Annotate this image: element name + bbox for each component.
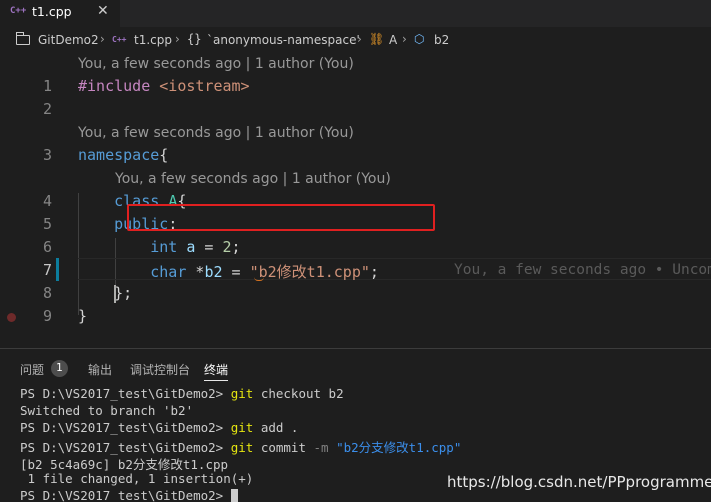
editor-tab-bar: C++ t1.cpp ✕ [0,0,711,27]
terminal-command: git [230,420,254,435]
highlight-annotation-box [127,204,435,231]
breadcrumb-folder[interactable]: GitDemo2 [38,33,99,47]
watermark-text: https://blog.csdn.net/PPprogrammer [447,473,711,491]
terminal-line: PS D:\VS2017_test\GitDemo2> git checkout… [20,386,344,401]
terminal-string: "b2分支修改t1.cpp" [328,440,462,455]
keyword: namespace [78,146,160,164]
breakpoint-icon[interactable] [7,313,16,322]
line-number: 7 [42,261,52,279]
line-number: 6 [42,238,52,256]
include-directive: #include [78,77,160,95]
terminal-command: git [230,386,254,401]
tab-problems[interactable]: 问题 [20,361,44,378]
terminal-prompt: PS D:\VS2017_test\GitDemo2> [20,440,231,455]
tab-label: t1.cpp [32,4,72,19]
breadcrumb-field[interactable]: b2 [434,33,449,47]
variable: b2 [204,263,223,281]
field-icon: ⬡ [414,32,425,46]
punctuation: }; [114,284,133,302]
breadcrumb-namespace[interactable]: `anonymous-namespace' [207,33,360,47]
keyword: int [150,238,178,256]
breadcrumb-separator: › [402,32,407,46]
tab-debug-console[interactable]: 调试控制台 [130,361,190,378]
terminal-line: 1 file changed, 1 insertion(+) [20,471,254,486]
terminal-args: add . [253,420,299,435]
cpp-file-icon: C++ [10,6,27,16]
line-number: 9 [42,307,52,325]
code-line-6[interactable]: int a = 2; [78,238,241,256]
text-cursor [114,285,116,303]
terminal-args: commit [253,440,314,455]
active-tab-indicator [204,380,228,381]
class-icon: ⛓ [369,32,385,46]
operator: = [222,263,250,281]
terminal-option: -m [313,440,329,455]
terminal-args: checkout b2 [253,386,344,401]
breadcrumb-separator: › [175,32,180,46]
terminal-prompt: PS D:\VS2017_test\GitDemo2> [20,386,231,401]
breadcrumb-file[interactable]: t1.cpp [134,33,172,47]
folder-icon [16,32,30,45]
codelens-line-1[interactable]: You, a few seconds ago | 1 author (You) [78,56,354,72]
line-number: 8 [42,284,52,302]
tab-output[interactable]: 输出 [88,361,112,378]
breadcrumb-separator: › [357,32,362,46]
git-modified-indicator[interactable] [56,258,59,281]
line-number: 1 [42,77,52,95]
terminal-prompt: PS D:\VS2017_test\GitDemo2> [20,488,231,502]
bottom-panel: 问题 1 输出 调试控制台 终端 PS D:\VS2017_test\GitDe… [0,348,711,502]
code-line-9[interactable]: } [78,307,87,325]
tab-terminal[interactable]: 终端 [204,361,228,378]
terminal-prompt: PS D:\VS2017_test\GitDemo2> [20,420,231,435]
operator: = [195,238,223,256]
string-literal: "b2修改t1.cpp" [249,263,370,281]
code-editor[interactable]: You, a few seconds ago | 1 author (You) … [0,53,711,348]
number-literal: 2 [222,238,232,256]
terminal-command: git [230,440,254,455]
breadcrumb-class[interactable]: A [389,33,397,47]
codelens-line-3[interactable]: You, a few seconds ago | 1 author (You) [78,125,354,141]
namespace-icon: {} [187,32,202,46]
codelens-line-4[interactable]: You, a few seconds ago | 1 author (You) [115,171,391,187]
cpp-file-icon: C++ [112,35,127,44]
inline-git-blame: You, a few seconds ago • Uncommitted cha… [454,262,711,278]
code-line-3[interactable]: namespace{ [78,146,168,164]
punctuation: { [159,146,169,164]
line-number: 3 [42,146,52,164]
code-line-8[interactable]: }; [78,284,132,302]
terminal-line[interactable]: PS D:\VS2017_test\GitDemo2> [20,488,238,502]
breadcrumb: GitDemo2 › C++ t1.cpp › {} `anonymous-na… [0,27,711,53]
terminal-line: Switched to branch 'b2' [20,403,194,418]
problems-count-badge: 1 [51,360,68,377]
tab-t1-cpp[interactable]: C++ t1.cpp ✕ [0,0,120,27]
include-header: <iostream> [159,77,250,95]
breadcrumb-separator: › [100,32,105,46]
punctuation: } [78,307,88,325]
pointer-symbol: * [186,263,205,281]
terminal-line: PS D:\VS2017_test\GitDemo2> git add . [20,420,298,435]
line-number: 4 [42,192,52,210]
close-icon[interactable]: ✕ [97,3,109,19]
punctuation: ; [369,263,379,281]
line-number: 2 [42,100,52,118]
code-line-7[interactable]: char *b2 = "b2修改t1.cpp"; [78,261,379,282]
code-line-1[interactable]: #include <iostream> [78,77,250,95]
line-number: 5 [42,215,52,233]
keyword: char [150,263,187,281]
punctuation: ; [231,238,241,256]
terminal-cursor [230,489,238,502]
